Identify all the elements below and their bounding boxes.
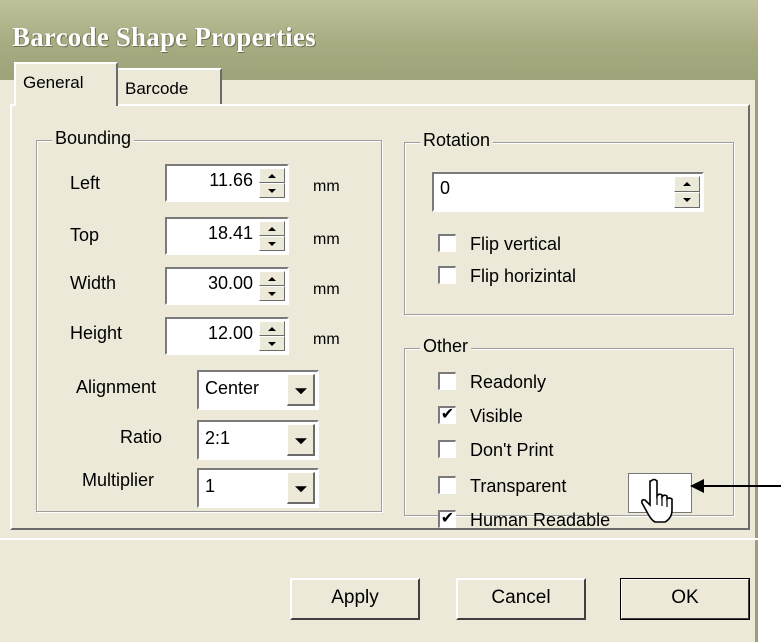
readonly-checkbox[interactable] bbox=[438, 372, 456, 390]
readonly-label[interactable]: Readonly bbox=[470, 372, 546, 393]
top-label: Top bbox=[70, 225, 100, 245]
spin-up-icon[interactable] bbox=[259, 321, 285, 336]
flip-vertical-label[interactable]: Flip vertical bbox=[470, 234, 561, 255]
chevron-down-icon[interactable] bbox=[287, 472, 315, 504]
ok-button[interactable]: OK bbox=[620, 578, 750, 620]
spin-down-icon[interactable] bbox=[259, 183, 285, 198]
left-label: Left bbox=[70, 173, 101, 193]
bottom-separator bbox=[0, 538, 758, 540]
alignment-select[interactable]: Center bbox=[197, 370, 319, 410]
rotation-legend: Rotation bbox=[420, 130, 494, 151]
tab-general[interactable]: General bbox=[14, 62, 118, 106]
spin-down-icon[interactable] bbox=[259, 286, 285, 301]
spin-up-icon[interactable] bbox=[259, 221, 285, 236]
transparent-label[interactable]: Transparent bbox=[470, 476, 566, 497]
flip-vertical-checkbox[interactable] bbox=[438, 234, 456, 252]
height-value: 12.00 bbox=[207, 323, 253, 343]
width-spinner[interactable]: 30.00 bbox=[165, 267, 289, 305]
other-legend: Other bbox=[420, 336, 472, 357]
visible-label[interactable]: Visible bbox=[470, 406, 523, 427]
ratio-value: 2:1 bbox=[205, 428, 231, 448]
human-readable-label[interactable]: Human Readable bbox=[470, 510, 610, 531]
top-spinner[interactable]: 18.41 bbox=[165, 217, 289, 255]
multiplier-select[interactable]: 1 bbox=[197, 468, 319, 508]
width-label: Width bbox=[70, 273, 117, 293]
cancel-button[interactable]: Cancel bbox=[456, 578, 586, 620]
alignment-value: Center bbox=[205, 378, 260, 398]
spin-up-icon[interactable] bbox=[259, 271, 285, 286]
rotation-spin-buttons[interactable] bbox=[674, 176, 700, 208]
dont-print-checkbox[interactable] bbox=[438, 440, 456, 458]
width-spin-buttons[interactable] bbox=[259, 271, 285, 301]
left-value: 11.66 bbox=[209, 170, 253, 190]
top-value: 18.41 bbox=[207, 223, 253, 243]
visible-checkbox[interactable]: ✔ bbox=[438, 406, 456, 424]
multiplier-value: 1 bbox=[205, 476, 216, 496]
chevron-down-icon[interactable] bbox=[287, 424, 315, 456]
spin-up-icon[interactable] bbox=[674, 176, 700, 192]
chevron-down-icon[interactable] bbox=[287, 374, 315, 406]
height-unit: mm bbox=[313, 331, 340, 348]
height-label: Height bbox=[70, 323, 123, 343]
human-readable-checkbox[interactable]: ✔ bbox=[438, 510, 456, 528]
spin-down-icon[interactable] bbox=[674, 192, 700, 208]
transparent-checkbox[interactable] bbox=[438, 476, 456, 494]
rotation-spinner[interactable]: 0 bbox=[432, 172, 704, 212]
dont-print-label[interactable]: Don't Print bbox=[470, 440, 553, 461]
window-title: Barcode Shape Properties bbox=[12, 22, 316, 52]
alignment-label: Alignment bbox=[76, 377, 157, 397]
ratio-select[interactable]: 2:1 bbox=[197, 420, 319, 460]
width-unit: mm bbox=[313, 281, 340, 298]
spin-up-icon[interactable] bbox=[259, 168, 285, 183]
tab-barcode[interactable]: Barcode bbox=[118, 68, 222, 106]
apply-button[interactable]: Apply bbox=[290, 578, 420, 620]
rotation-value: 0 bbox=[440, 178, 451, 198]
spin-down-icon[interactable] bbox=[259, 236, 285, 251]
annotation-arrow-icon bbox=[690, 479, 781, 493]
width-value: 30.00 bbox=[207, 273, 253, 293]
rotation-group bbox=[404, 142, 734, 315]
spin-down-icon[interactable] bbox=[259, 336, 285, 351]
hand-pointer-icon bbox=[641, 478, 673, 523]
left-spinner[interactable]: 11.66 bbox=[165, 164, 289, 202]
multiplier-label: Multiplier bbox=[82, 470, 155, 490]
top-unit: mm bbox=[313, 231, 340, 248]
height-spin-buttons[interactable] bbox=[259, 321, 285, 351]
left-spin-buttons[interactable] bbox=[259, 168, 285, 198]
bounding-legend: Bounding bbox=[52, 128, 135, 149]
flip-horizontal-checkbox[interactable] bbox=[438, 266, 456, 284]
height-spinner[interactable]: 12.00 bbox=[165, 317, 289, 355]
flip-horizontal-label[interactable]: Flip horizintal bbox=[470, 266, 576, 287]
top-spin-buttons[interactable] bbox=[259, 221, 285, 251]
left-unit: mm bbox=[313, 178, 340, 195]
ratio-label: Ratio bbox=[120, 427, 163, 447]
dialog-window: Barcode Shape Properties General Barcode… bbox=[0, 0, 758, 642]
